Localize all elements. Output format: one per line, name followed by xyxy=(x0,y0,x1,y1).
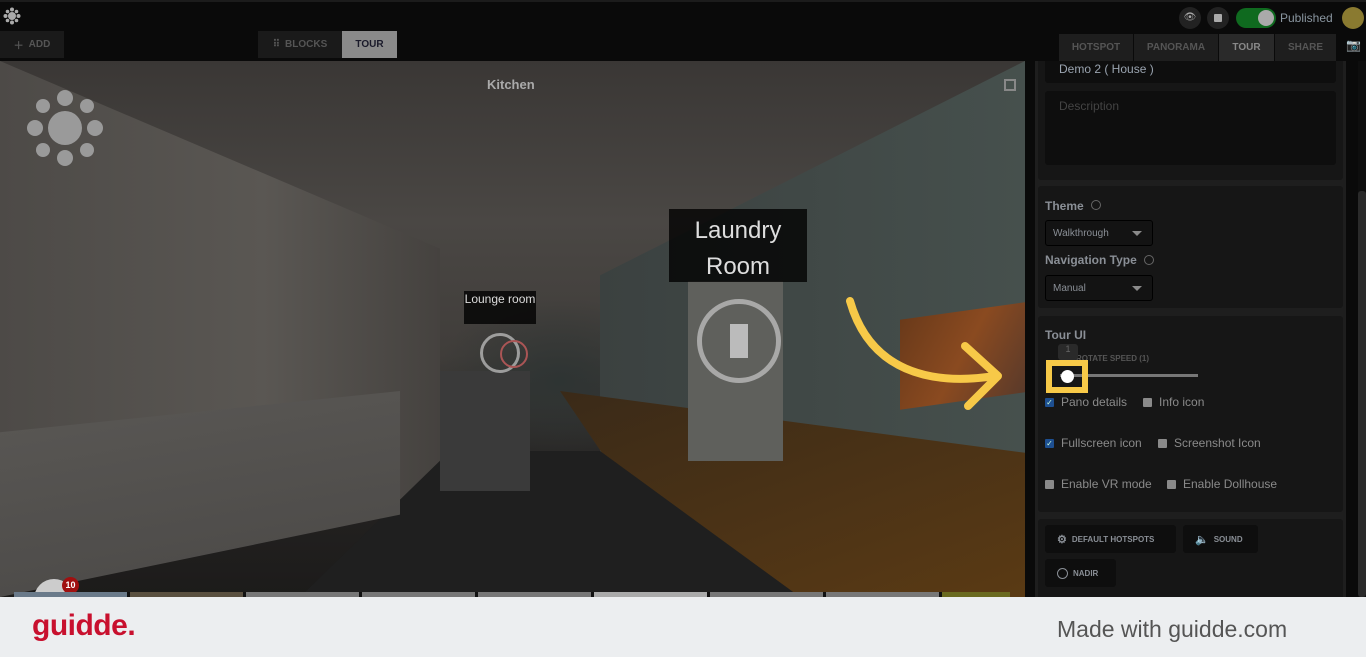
top-bar: 👁 Published xyxy=(0,0,1366,30)
arrow-annotation-icon xyxy=(846,297,1002,410)
panorama-viewer[interactable]: Kitchen Lounge room Laundry Room 10 xyxy=(0,61,1025,597)
slider-tooltip: 1 xyxy=(1058,344,1078,360)
sound-button[interactable]: 🔈 SOUND xyxy=(1183,525,1258,553)
tab-tour[interactable]: TOUR xyxy=(1219,34,1275,61)
save-button[interactable] xyxy=(1207,7,1229,29)
default-hotspots-button[interactable]: ⚙ DEFAULT HOTSPOTS xyxy=(1045,525,1176,553)
checkbox-info-icon[interactable]: Info icon xyxy=(1143,395,1204,409)
tour-info-card: Demo 2 ( House ) Description xyxy=(1038,61,1343,180)
tab-panorama[interactable]: PANORAMA xyxy=(1134,34,1219,61)
camera-icon[interactable]: 📷 xyxy=(1346,38,1361,52)
footer: guidde. Made with guidde.com xyxy=(0,597,1366,657)
fullscreen-icon[interactable] xyxy=(1004,79,1016,91)
hotspot-label-laundry: Laundry Room xyxy=(669,209,807,282)
navigation-type-select[interactable]: Manual xyxy=(1045,275,1153,301)
guidde-logo: guidde. xyxy=(32,609,136,642)
speaker-icon: 🔈 xyxy=(1195,533,1209,546)
blocks-button[interactable]: ⠿ BLOCKS xyxy=(258,31,342,58)
checkbox-dollhouse[interactable]: Enable Dollhouse xyxy=(1167,477,1277,491)
plus-icon: ＋ xyxy=(13,41,24,52)
nadir-button[interactable]: NADIR xyxy=(1045,559,1116,587)
user-avatar[interactable] xyxy=(1342,7,1364,29)
tour-button[interactable]: TOUR xyxy=(342,31,397,58)
checkbox-pano-details[interactable]: ✓ Pano details xyxy=(1045,395,1127,409)
slider-thumb[interactable] xyxy=(1061,370,1074,383)
checkbox-screenshot-icon[interactable]: Screenshot Icon xyxy=(1158,436,1261,450)
tour-logo-icon xyxy=(27,90,103,166)
target-icon xyxy=(500,340,528,368)
tab-hotspot[interactable]: HOTSPOT xyxy=(1059,34,1134,61)
door-icon xyxy=(730,324,748,358)
hotspot-laundry[interactable] xyxy=(697,299,781,383)
theme-label: Theme xyxy=(1045,199,1084,213)
scrollbar[interactable] xyxy=(1358,61,1366,597)
save-icon xyxy=(1214,14,1222,22)
settings-panel: Demo 2 ( House ) Description Theme Walkt… xyxy=(1035,61,1346,597)
info-icon[interactable] xyxy=(1091,200,1101,210)
add-button[interactable]: ＋ ADD xyxy=(0,31,64,58)
tour-ui-label: Tour UI xyxy=(1045,328,1087,342)
publish-status: Published xyxy=(1280,11,1333,25)
theme-card: Theme Walkthrough Navigation Type Manual xyxy=(1038,186,1343,308)
gear-icon: ⚙ xyxy=(1057,533,1067,546)
info-icon[interactable] xyxy=(1144,255,1154,265)
footer-tagline: Made with guidde.com xyxy=(1057,616,1288,642)
publish-toggle[interactable] xyxy=(1236,8,1276,28)
app-logo-icon[interactable] xyxy=(3,7,21,25)
stove xyxy=(440,371,530,491)
extras-card: ⚙ DEFAULT HOTSPOTS 🔈 SOUND NADIR xyxy=(1038,519,1343,597)
grid-icon: ⠿ xyxy=(272,39,281,50)
navigation-type-label: Navigation Type xyxy=(1045,253,1137,267)
tab-share[interactable]: SHARE xyxy=(1275,34,1337,61)
hotspot-label-lounge: Lounge room xyxy=(464,291,536,324)
preview-eye-button[interactable]: 👁 xyxy=(1179,7,1201,29)
chevron-down-circle-icon xyxy=(1057,567,1068,579)
theme-select[interactable]: Walkthrough xyxy=(1045,220,1153,246)
checkbox-fullscreen-icon[interactable]: ✓ Fullscreen icon xyxy=(1045,436,1142,450)
tour-name-input[interactable]: Demo 2 ( House ) xyxy=(1045,61,1336,83)
pano-title: Kitchen xyxy=(487,77,535,92)
description-input[interactable]: Description xyxy=(1045,91,1336,165)
checkbox-vr-mode[interactable]: Enable VR mode xyxy=(1045,477,1152,491)
tour-ui-card: Tour UI ROTATE SPEED (1) 1 ✓ Pano details… xyxy=(1038,316,1343,512)
right-tabs: HOTSPOT PANORAMA TOUR SHARE xyxy=(1059,34,1337,61)
